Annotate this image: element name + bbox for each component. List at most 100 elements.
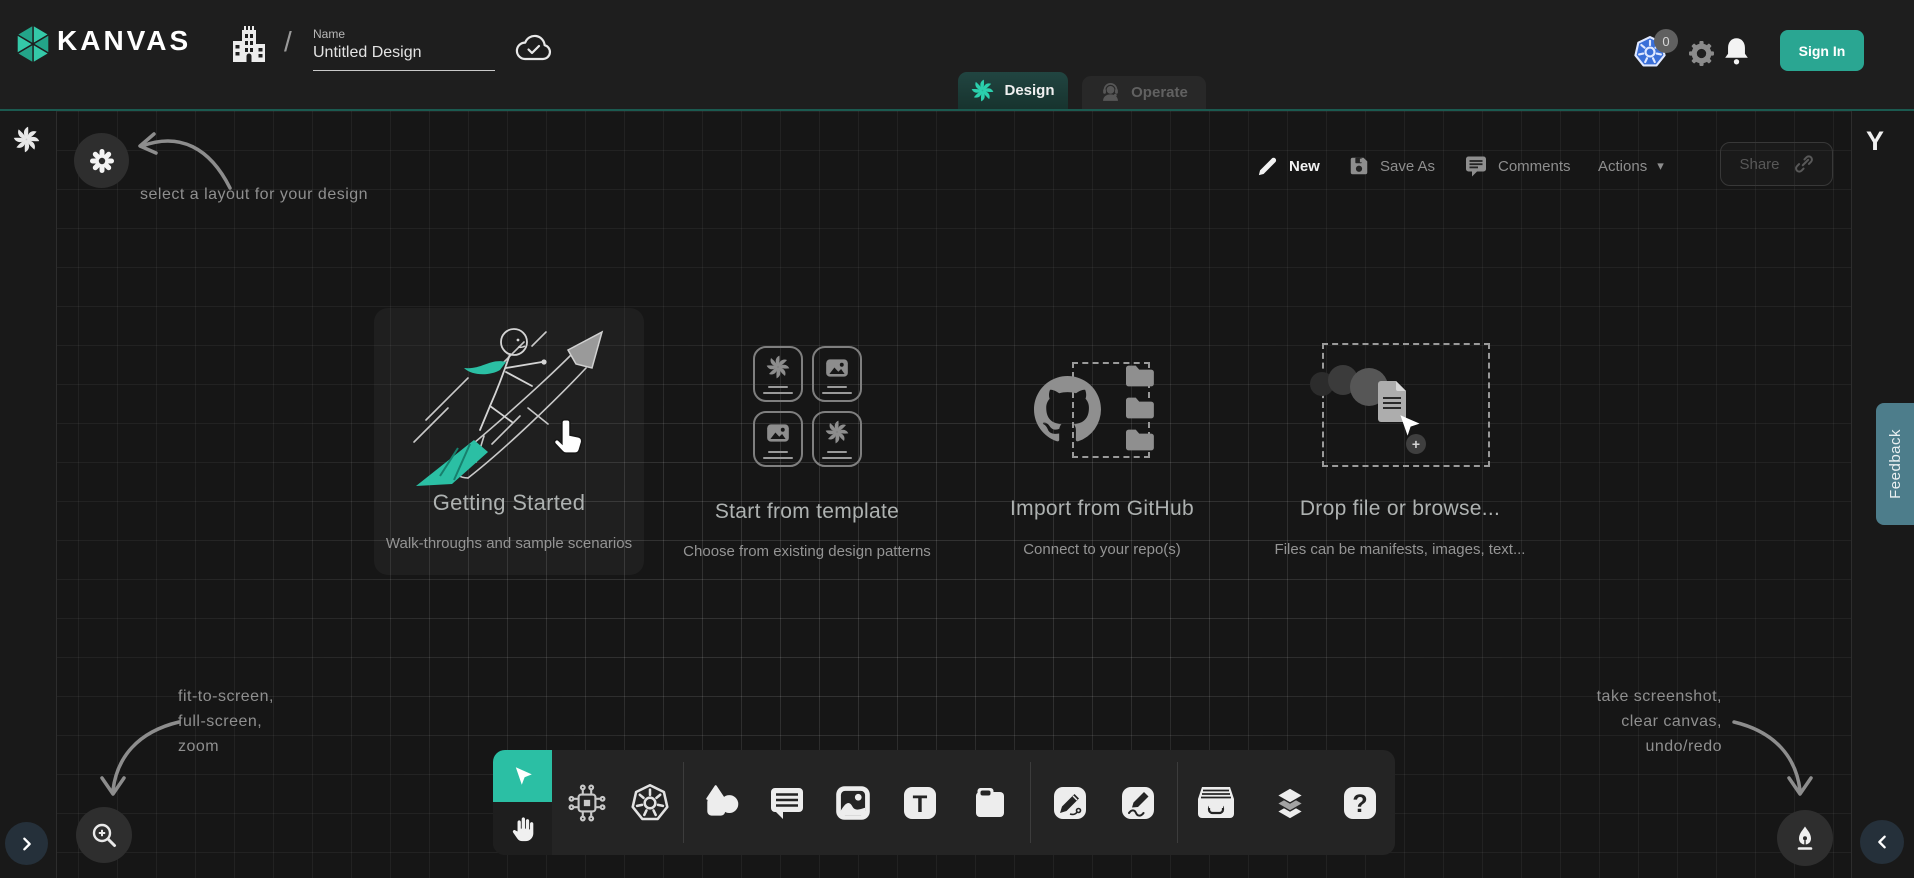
spiral-corner-icon[interactable] — [13, 126, 40, 153]
chevron-right-icon — [19, 836, 35, 852]
notifications-bell-icon[interactable] — [1723, 36, 1750, 66]
pen-nib-icon — [1791, 824, 1819, 852]
feedback-tab[interactable]: Feedback — [1876, 403, 1914, 525]
pen-tool[interactable] — [1048, 781, 1092, 825]
settings-gear-icon[interactable] — [1688, 40, 1715, 67]
rocket-illustration — [396, 316, 622, 488]
drawer-tool[interactable] — [1194, 781, 1238, 825]
tab-operate[interactable]: Operate — [1082, 76, 1206, 109]
save-as-label: Save As — [1380, 158, 1435, 175]
magnifier-plus-icon — [89, 820, 119, 850]
spiral-tile-icon — [766, 355, 790, 379]
layers-icon — [1269, 782, 1311, 824]
toolbar-divider — [1030, 762, 1031, 843]
comment-tool[interactable] — [765, 781, 809, 825]
card-title[interactable]: Start from template — [672, 500, 942, 524]
bottom-toolbar: T — [493, 750, 1395, 855]
text-tool-glyph: T — [913, 791, 928, 818]
help-tool[interactable]: ? — [1338, 781, 1382, 825]
toolbar-divider — [1177, 762, 1178, 843]
actions-label: Actions — [1598, 158, 1647, 175]
kubernetes-tool[interactable] — [628, 781, 672, 825]
node-graph-tool[interactable] — [565, 781, 609, 825]
comments-icon — [1464, 155, 1488, 177]
history-hint-line: clear canvas, — [1500, 709, 1722, 734]
zoom-hint-text: fit-to-screen, full-screen, zoom — [178, 684, 274, 759]
zoom-hint-line: zoom — [178, 734, 274, 759]
design-name-input[interactable]: Untitled Design — [313, 44, 495, 71]
card-import-github[interactable] — [1030, 352, 1180, 464]
breadcrumb-separator: / — [284, 26, 292, 58]
node-graph-icon — [566, 782, 608, 824]
sticky-note-tool[interactable] — [968, 781, 1012, 825]
y-corner-icon: Y — [1866, 126, 1884, 157]
chevron-left-icon — [1874, 834, 1890, 850]
template-tile — [753, 411, 803, 467]
tab-underline — [0, 109, 1914, 111]
drawer-icon — [1194, 783, 1238, 823]
link-icon — [1794, 154, 1814, 174]
left-rail — [0, 111, 57, 878]
brand-wordmark: KANVAS — [57, 25, 191, 57]
sign-in-button[interactable]: Sign In — [1780, 30, 1864, 71]
collapse-right-panel-button[interactable] — [1860, 820, 1904, 864]
repo-folder-icon — [1124, 364, 1156, 388]
layers-tool[interactable] — [1268, 781, 1312, 825]
tab-operate-label: Operate — [1131, 84, 1188, 101]
image-tool[interactable] — [831, 781, 875, 825]
help-glyph: ? — [1352, 790, 1367, 818]
pencil-new-icon — [1256, 155, 1279, 178]
comments-button[interactable]: Comments — [1464, 148, 1571, 184]
plus-badge: + — [1406, 434, 1426, 454]
template-tile — [812, 411, 862, 467]
share-button[interactable]: Share — [1720, 142, 1833, 186]
card-getting-started[interactable]: Getting Started Walk-throughs and sample… — [374, 308, 644, 575]
app: KANVAS / Name Untitled Design — [0, 0, 1914, 878]
sticky-note-icon — [970, 783, 1010, 823]
image-tile-icon — [765, 420, 791, 446]
floppy-save-icon — [1348, 155, 1370, 177]
shapes-tool[interactable] — [700, 781, 744, 825]
card-start-from-template[interactable] — [753, 346, 862, 467]
card-title[interactable]: Import from GitHub — [967, 497, 1237, 521]
feedback-label: Feedback — [1887, 429, 1904, 499]
text-tool[interactable]: T — [898, 781, 942, 825]
new-button[interactable]: New — [1256, 148, 1320, 184]
pan-tool[interactable] — [493, 802, 552, 855]
comments-label: Comments — [1498, 158, 1571, 175]
card-title[interactable]: Drop file or browse... — [1265, 497, 1535, 521]
pencil-tool[interactable] — [1116, 781, 1160, 825]
history-hint-arrow — [1728, 712, 1818, 804]
repo-folder-icon — [1124, 428, 1156, 452]
layout-hint-text: select a layout for your design — [140, 186, 368, 204]
zoom-hint-arrow — [95, 712, 185, 804]
card-drop-file[interactable]: + — [1300, 340, 1500, 470]
template-tile — [753, 346, 803, 402]
credits-badge: 0 — [1654, 29, 1678, 53]
github-octocat-icon — [1034, 376, 1101, 443]
organization-building-icon[interactable] — [230, 25, 268, 65]
expand-left-panel-button[interactable] — [5, 822, 48, 865]
cloud-sync-icon — [514, 33, 554, 65]
kanvas-logo-icon — [12, 23, 54, 65]
tab-design-label: Design — [1004, 82, 1054, 99]
toolbar-divider — [683, 762, 684, 843]
canvas-actions-button[interactable] — [1777, 810, 1833, 866]
history-hint-text: take screenshot, clear canvas, undo/redo — [1500, 684, 1722, 759]
select-tool[interactable] — [493, 750, 552, 802]
layout-hint-arrow — [118, 120, 238, 194]
design-name-label: Name — [313, 27, 345, 41]
card-subtitle: Choose from existing design patterns — [662, 543, 952, 560]
asterisk-flower-icon — [87, 146, 117, 176]
repo-folder-icon — [1124, 396, 1156, 420]
hand-pan-icon — [510, 815, 536, 843]
hand-cursor-icon — [552, 416, 588, 456]
tab-design[interactable]: Design — [958, 72, 1068, 109]
help-icon: ? — [1340, 783, 1380, 823]
actions-dropdown[interactable]: Actions ▾ — [1598, 148, 1664, 184]
chevron-down-icon: ▾ — [1657, 158, 1664, 174]
zoom-hint-line: full-screen, — [178, 709, 274, 734]
save-as-button[interactable]: Save As — [1348, 148, 1435, 184]
card-subtitle: Connect to your repo(s) — [967, 541, 1237, 558]
zoom-controls-button[interactable] — [76, 807, 132, 863]
